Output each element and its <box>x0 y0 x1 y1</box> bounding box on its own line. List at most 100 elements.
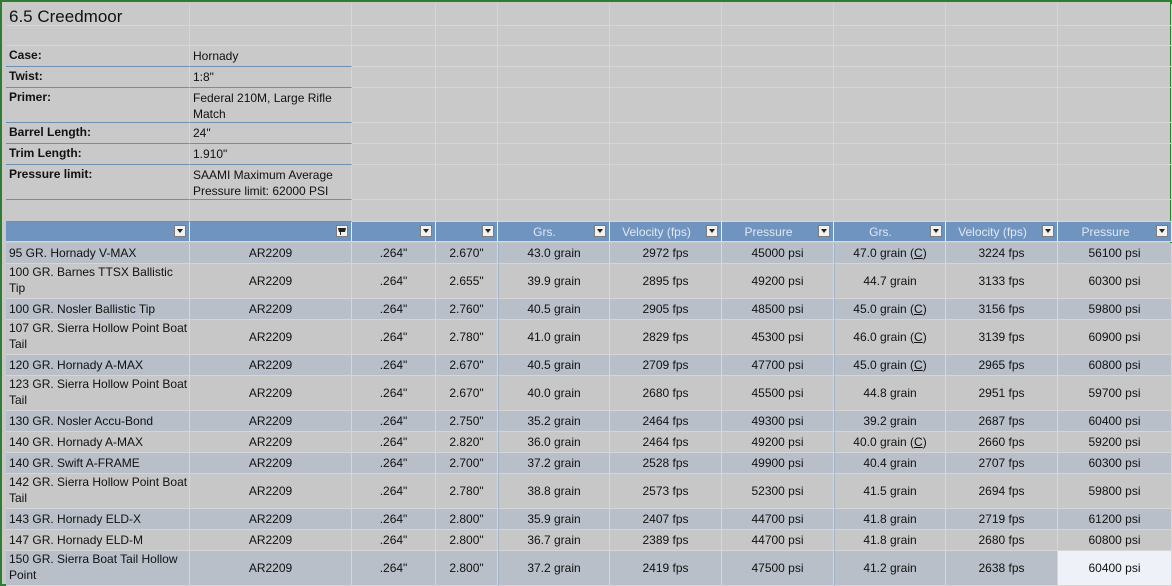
data-cell-max-psi[interactable]: 59700 psi <box>1058 376 1172 411</box>
empty-cell[interactable] <box>834 4 946 26</box>
data-cell-max-psi[interactable]: 60300 psi <box>1058 264 1172 299</box>
data-cell-start-grs[interactable]: 39.9 grain <box>498 264 610 299</box>
column-header[interactable]: Grs. <box>498 222 610 242</box>
data-cell-bullet[interactable]: 107 GR. Sierra Hollow Point Boat Tail <box>6 320 190 355</box>
data-cell-max-grs[interactable]: 45.0 grain (C) <box>834 355 946 376</box>
data-cell-oal[interactable]: 2.655" <box>436 264 498 299</box>
spec-value-cell[interactable]: Federal 210M, Large Rifle Match <box>190 88 352 123</box>
empty-cell[interactable] <box>1058 88 1172 123</box>
empty-cell[interactable] <box>722 4 834 26</box>
empty-cell[interactable] <box>610 46 722 67</box>
data-cell-dia[interactable]: .264" <box>352 355 436 376</box>
data-cell-start-grs[interactable]: 37.2 grain <box>498 551 610 586</box>
data-cell-start-vel[interactable]: 2419 fps <box>610 551 722 586</box>
filter-active-icon[interactable] <box>336 225 348 237</box>
data-cell-max-vel[interactable]: 3133 fps <box>946 264 1058 299</box>
data-cell-start-vel[interactable]: 2680 fps <box>610 376 722 411</box>
data-cell-start-grs[interactable]: 36.7 grain <box>498 530 610 551</box>
data-cell-start-vel[interactable]: 2829 fps <box>610 320 722 355</box>
spec-label-cell[interactable]: Primer: <box>6 88 190 123</box>
empty-cell[interactable] <box>946 67 1058 88</box>
data-cell-bullet[interactable]: 100 GR. Nosler Ballistic Tip <box>6 299 190 320</box>
data-cell-powder[interactable]: AR2209 <box>190 509 352 530</box>
data-cell-oal[interactable]: 2.670" <box>436 376 498 411</box>
data-cell-max-vel[interactable]: 2660 fps <box>946 432 1058 453</box>
empty-cell[interactable] <box>1058 67 1172 88</box>
data-cell-dia[interactable]: .264" <box>352 474 436 509</box>
empty-cell[interactable] <box>610 123 722 144</box>
data-cell-max-grs[interactable]: 41.5 grain <box>834 474 946 509</box>
data-cell-bullet[interactable]: 130 GR. Nosler Accu-Bond <box>6 411 190 432</box>
data-cell-max-grs[interactable]: 44.8 grain <box>834 376 946 411</box>
empty-cell[interactable] <box>722 26 834 46</box>
data-cell-start-psi[interactable]: 49200 psi <box>722 432 834 453</box>
data-cell-start-psi[interactable]: 45000 psi <box>722 243 834 264</box>
data-cell-start-grs[interactable]: 38.8 grain <box>498 474 610 509</box>
empty-cell[interactable] <box>352 144 436 165</box>
column-header[interactable] <box>6 222 190 242</box>
data-cell-max-vel[interactable]: 2707 fps <box>946 453 1058 474</box>
empty-cell[interactable] <box>722 46 834 67</box>
data-cell-start-vel[interactable]: 2709 fps <box>610 355 722 376</box>
data-cell-start-psi[interactable]: 45300 psi <box>722 320 834 355</box>
column-header[interactable]: Pressure <box>722 222 834 242</box>
empty-cell[interactable] <box>436 123 498 144</box>
empty-cell[interactable] <box>610 165 722 200</box>
data-cell-max-vel[interactable]: 2638 fps <box>946 551 1058 586</box>
empty-cell[interactable] <box>6 26 190 46</box>
data-cell-start-vel[interactable]: 2464 fps <box>610 411 722 432</box>
data-cell-oal[interactable]: 2.700" <box>436 453 498 474</box>
empty-cell[interactable] <box>610 144 722 165</box>
data-cell-bullet[interactable]: 140 GR. Hornady A-MAX <box>6 432 190 453</box>
data-cell-bullet[interactable]: 147 GR. Hornady ELD-M <box>6 530 190 551</box>
empty-cell[interactable] <box>352 4 436 26</box>
data-cell-oal[interactable]: 2.670" <box>436 355 498 376</box>
data-cell-oal[interactable]: 2.750" <box>436 411 498 432</box>
data-cell-max-grs[interactable]: 41.8 grain <box>834 509 946 530</box>
empty-cell[interactable] <box>436 46 498 67</box>
data-cell-dia[interactable]: .264" <box>352 411 436 432</box>
data-cell-oal[interactable]: 2.800" <box>436 551 498 586</box>
data-cell-max-psi[interactable]: 59800 psi <box>1058 474 1172 509</box>
column-header[interactable]: Velocity (fps) <box>610 222 722 242</box>
empty-cell[interactable] <box>436 67 498 88</box>
empty-cell[interactable] <box>352 46 436 67</box>
spec-value-cell[interactable]: SAAMI Maximum Average Pressure limit: 62… <box>190 165 352 200</box>
data-cell-start-grs[interactable]: 43.0 grain <box>498 243 610 264</box>
data-cell-start-grs[interactable]: 40.5 grain <box>498 355 610 376</box>
empty-cell[interactable] <box>436 88 498 123</box>
data-cell-start-vel[interactable]: 2573 fps <box>610 474 722 509</box>
filter-dropdown-icon[interactable] <box>1156 225 1168 237</box>
data-cell-start-psi[interactable]: 45500 psi <box>722 376 834 411</box>
data-cell-max-psi[interactable]: 60400 psi <box>1058 411 1172 432</box>
empty-cell[interactable] <box>498 200 610 222</box>
data-cell-start-psi[interactable]: 52300 psi <box>722 474 834 509</box>
empty-cell[interactable] <box>498 165 610 200</box>
data-cell-max-grs[interactable]: 41.2 grain <box>834 551 946 586</box>
data-cell-max-psi[interactable]: 59800 psi <box>1058 299 1172 320</box>
data-cell-start-grs[interactable]: 37.2 grain <box>498 453 610 474</box>
data-cell-dia[interactable]: .264" <box>352 320 436 355</box>
data-cell-powder[interactable]: AR2209 <box>190 299 352 320</box>
data-cell-max-vel[interactable]: 2951 fps <box>946 376 1058 411</box>
data-cell-powder[interactable]: AR2209 <box>190 243 352 264</box>
column-header[interactable] <box>190 222 352 242</box>
data-cell-dia[interactable]: .264" <box>352 243 436 264</box>
data-cell-start-grs[interactable]: 40.0 grain <box>498 376 610 411</box>
empty-cell[interactable] <box>1058 46 1172 67</box>
data-cell-start-vel[interactable]: 2407 fps <box>610 509 722 530</box>
data-cell-bullet[interactable]: 100 GR. Barnes TTSX Ballistic Tip <box>6 264 190 299</box>
empty-cell[interactable] <box>498 4 610 26</box>
empty-cell[interactable] <box>946 144 1058 165</box>
empty-cell[interactable] <box>436 165 498 200</box>
empty-cell[interactable] <box>722 88 834 123</box>
data-cell-max-vel[interactable]: 3224 fps <box>946 243 1058 264</box>
data-cell-dia[interactable]: .264" <box>352 432 436 453</box>
data-cell-powder[interactable]: AR2209 <box>190 264 352 299</box>
empty-cell[interactable] <box>834 26 946 46</box>
empty-cell[interactable] <box>834 88 946 123</box>
data-cell-bullet[interactable]: 120 GR. Hornady A-MAX <box>6 355 190 376</box>
data-cell-powder[interactable]: AR2209 <box>190 432 352 453</box>
data-cell-dia[interactable]: .264" <box>352 264 436 299</box>
empty-cell[interactable] <box>834 123 946 144</box>
